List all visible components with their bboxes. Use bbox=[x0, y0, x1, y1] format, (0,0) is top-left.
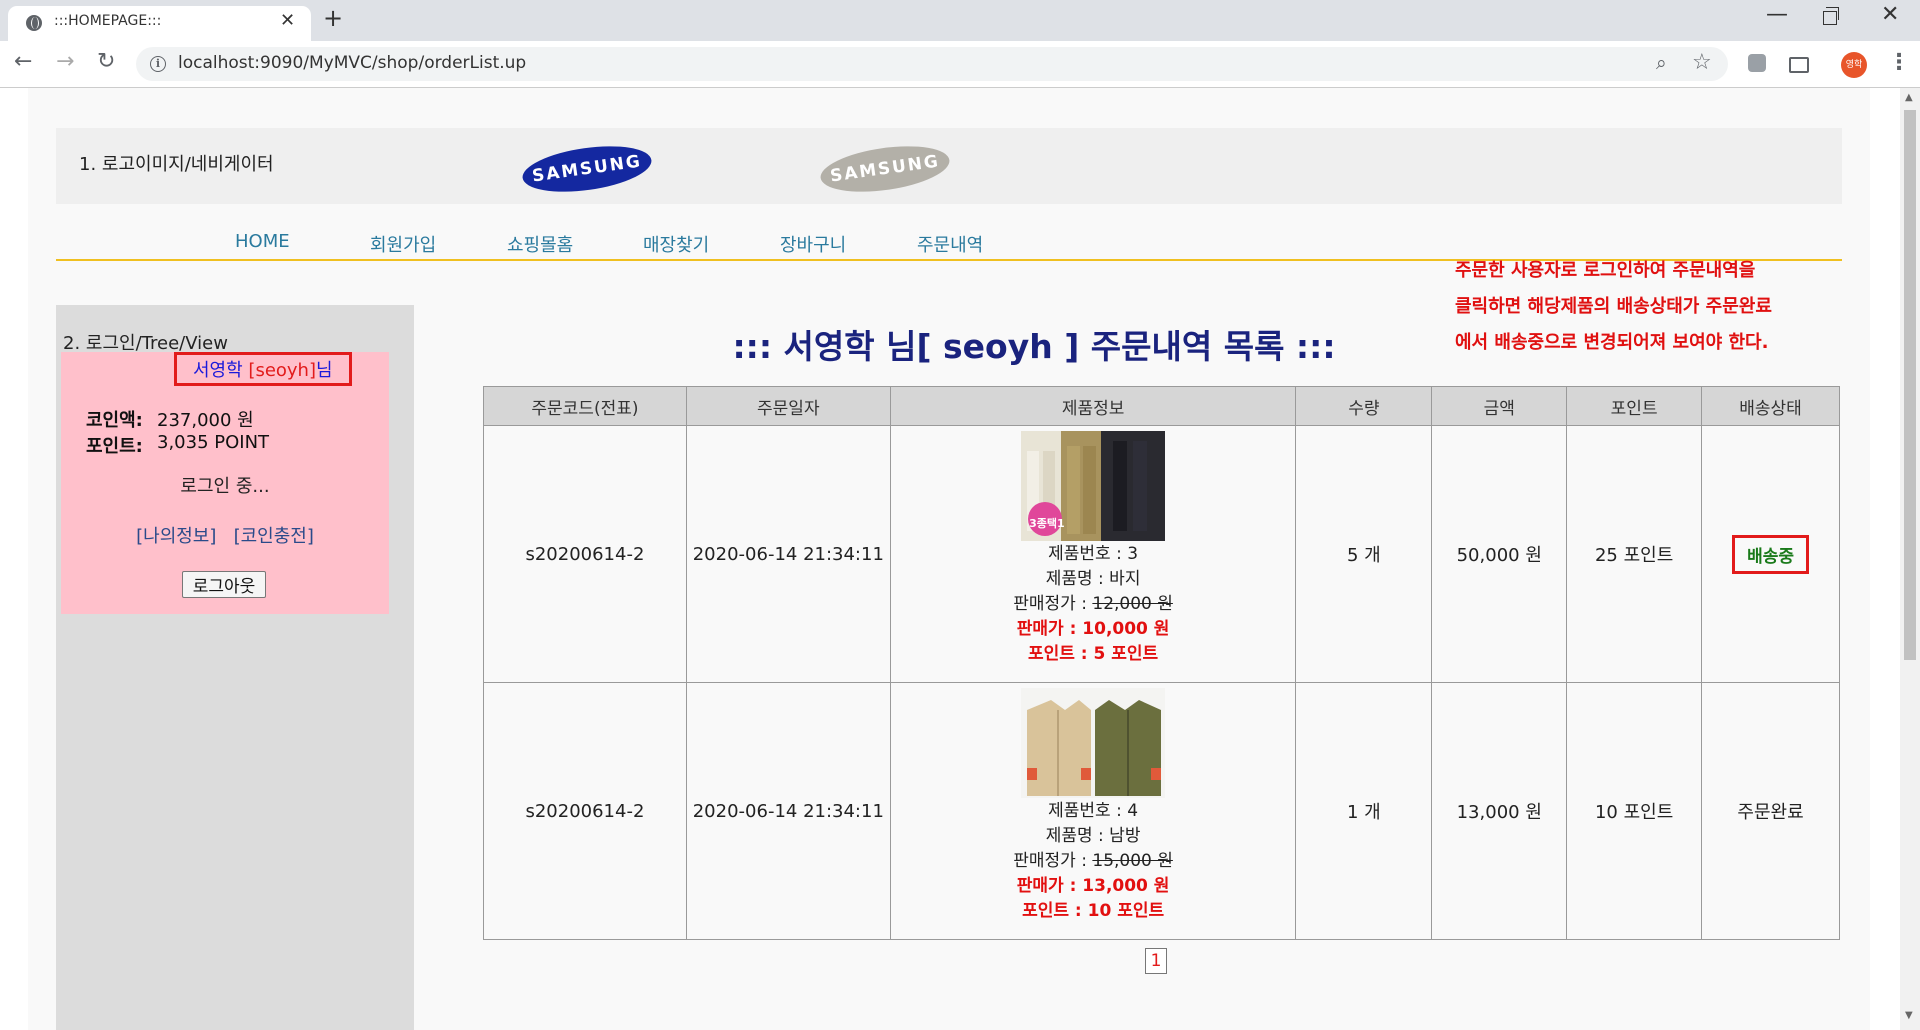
browser-tab-bar: :::HOMEPAGE::: ✕ + — ✕ bbox=[0, 0, 1920, 41]
bookmark-star-icon[interactable]: ☆ bbox=[1692, 50, 1712, 75]
order-amount: 50,000 원 bbox=[1431, 425, 1568, 683]
column-header: 주문일자 bbox=[685, 386, 891, 426]
nav-store-finder[interactable]: 매장찾기 bbox=[643, 231, 709, 257]
scroll-down-icon[interactable]: ▼ bbox=[1905, 1010, 1913, 1021]
coin-value: 237,000 원 bbox=[157, 410, 254, 431]
samsung-logo[interactable]: SAMSUNG bbox=[519, 139, 655, 199]
forward-arrow-icon[interactable]: → bbox=[56, 49, 74, 74]
extension-icon[interactable] bbox=[1748, 54, 1766, 72]
product-name: 제품명 : 바지 bbox=[1045, 569, 1141, 589]
product-points: 포인트 : 5 포인트 bbox=[1027, 644, 1159, 664]
list-price-label: 판매정가 : bbox=[1013, 851, 1093, 871]
login-panel: 서영학 [seoyh]님 코인액: 237,000 원 포인트: 3,035 P… bbox=[61, 352, 389, 614]
order-date: 2020-06-14 21:34:11 bbox=[685, 682, 891, 940]
column-header: 포인트 bbox=[1566, 386, 1703, 426]
point-value: 3,035 POINT bbox=[157, 432, 270, 453]
profile-avatar[interactable]: 영학 bbox=[1841, 52, 1867, 78]
shipping-status-badge[interactable]: 배송중 bbox=[1732, 534, 1809, 574]
reload-icon[interactable]: ↻ bbox=[97, 49, 115, 74]
order-code: s20200614-2 bbox=[483, 682, 687, 940]
table-row: s20200614-2 2020-06-14 21:34:11 bbox=[483, 682, 1840, 940]
page-viewport: 1. 로고이미지/네비게이터 SAMSUNG SAMSUNG HOME 회원가입… bbox=[0, 88, 1900, 1030]
product-points: 포인트 : 10 포인트 bbox=[1022, 901, 1165, 921]
list-price-line: 판매정가 : 15,000 원 bbox=[892, 849, 1295, 874]
new-tab-icon[interactable]: + bbox=[323, 4, 343, 32]
list-price-line: 판매정가 : 12,000 원 bbox=[892, 592, 1295, 617]
site-header: 1. 로고이미지/네비게이터 SAMSUNG SAMSUNG bbox=[56, 128, 1842, 204]
coin-charge-link[interactable]: [코인충전] bbox=[234, 526, 314, 547]
nav-shop-home[interactable]: 쇼핑몰홈 bbox=[507, 231, 573, 257]
list-price: 12,000 원 bbox=[1092, 594, 1173, 614]
browser-menu-icon[interactable]: ⋮ bbox=[1888, 50, 1910, 75]
scroll-thumb[interactable] bbox=[1904, 110, 1916, 660]
order-date: 2020-06-14 21:34:11 bbox=[685, 425, 891, 683]
product-name: 제품명 : 남방 bbox=[1045, 826, 1141, 846]
nav-cart[interactable]: 장바구니 bbox=[780, 231, 846, 257]
samsung-logo-gray[interactable]: SAMSUNG bbox=[817, 139, 953, 199]
column-header: 배송상태 bbox=[1701, 386, 1840, 426]
user-name: 서영학 bbox=[193, 360, 243, 381]
table-row: s20200614-2 2020-06-14 21:34:11 bbox=[483, 425, 1840, 683]
order-quantity: 1 개 bbox=[1295, 682, 1433, 940]
header-title: 1. 로고이미지/네비게이터 bbox=[79, 154, 274, 175]
sale-price: 판매가 : 10,000 원 bbox=[1016, 619, 1170, 639]
account-links: [나의정보] [코인충전] bbox=[61, 522, 389, 548]
user-name-badge: 서영학 [seoyh]님 bbox=[174, 352, 352, 386]
zoom-icon[interactable]: ⌕ bbox=[1656, 52, 1667, 74]
list-price-label: 판매정가 : bbox=[1013, 594, 1093, 614]
address-bar[interactable]: i localhost:9090/MyMVC/shop/orderList.up… bbox=[136, 47, 1728, 81]
logout-button[interactable]: 로그아웃 bbox=[182, 571, 266, 598]
url-text[interactable]: localhost:9090/MyMVC/shop/orderList.up bbox=[178, 53, 526, 73]
order-amount: 13,000 원 bbox=[1431, 682, 1568, 940]
column-header: 주문코드(전표) bbox=[483, 386, 687, 426]
scroll-up-icon[interactable]: ▲ bbox=[1905, 92, 1913, 103]
product-number: 제품번호 : 3 bbox=[1048, 544, 1139, 564]
order-quantity: 5 개 bbox=[1295, 425, 1433, 683]
nav-signup[interactable]: 회원가입 bbox=[370, 231, 436, 257]
window-close-icon[interactable]: ✕ bbox=[1881, 2, 1899, 27]
back-arrow-icon[interactable]: ← bbox=[14, 49, 32, 74]
order-code: s20200614-2 bbox=[483, 425, 687, 683]
point-label: 포인트: bbox=[86, 436, 143, 457]
product-image-shirt[interactable] bbox=[1021, 688, 1166, 798]
shipping-status-cell: 배송중 bbox=[1701, 425, 1840, 683]
order-points: 10 포인트 bbox=[1566, 682, 1703, 940]
user-suffix: 님 bbox=[316, 360, 333, 381]
column-header: 수량 bbox=[1295, 386, 1433, 426]
restore-icon[interactable] bbox=[1823, 7, 1839, 25]
info-icon[interactable]: i bbox=[150, 56, 166, 72]
sale-price: 판매가 : 13,000 원 bbox=[1016, 876, 1170, 896]
user-id: [seoyh] bbox=[248, 360, 316, 381]
minimize-icon[interactable]: — bbox=[1766, 2, 1788, 27]
browser-tab[interactable]: :::HOMEPAGE::: ✕ bbox=[8, 6, 311, 41]
pagination-page[interactable]: 1 bbox=[1145, 948, 1167, 974]
page-container: 1. 로고이미지/네비게이터 SAMSUNG SAMSUNG HOME 회원가입… bbox=[28, 88, 1870, 1030]
tab-title: :::HOMEPAGE::: bbox=[54, 13, 162, 29]
login-status: 로그인 중... bbox=[180, 476, 270, 497]
column-header: 금액 bbox=[1431, 386, 1568, 426]
nav-home[interactable]: HOME bbox=[235, 231, 290, 252]
shipping-status: 주문완료 bbox=[1701, 682, 1840, 940]
column-header: 제품정보 bbox=[889, 386, 1297, 426]
coin-label: 코인액: bbox=[86, 410, 143, 431]
my-info-link[interactable]: [나의정보] bbox=[136, 526, 216, 547]
cast-icon[interactable] bbox=[1789, 57, 1809, 73]
product-image-pants[interactable]: 3종택1 bbox=[1021, 431, 1166, 541]
product-badge: 3종택1 bbox=[1029, 517, 1065, 530]
order-table: 주문코드(전표) 주문일자 제품정보 수량 금액 포인트 배송상태 s20200… bbox=[483, 386, 1840, 940]
page-scrollbar[interactable]: ▲ ▼ bbox=[1900, 88, 1920, 1030]
product-info: 3종택1 제품번호 : 3 제품명 : 바지 판매정가 : 12,000 원 판… bbox=[889, 425, 1297, 683]
table-header-row: 주문코드(전표) 주문일자 제품정보 수량 금액 포인트 배송상태 bbox=[483, 386, 1840, 426]
page-title: ::: 서영학 님[ seoyh ] 주문내역 목록 ::: bbox=[732, 327, 1336, 366]
nav-order-history[interactable]: 주문내역 bbox=[917, 231, 983, 257]
product-info: 제품번호 : 4 제품명 : 남방 판매정가 : 15,000 원 판매가 : … bbox=[889, 682, 1297, 940]
list-price: 15,000 원 bbox=[1092, 851, 1173, 871]
product-number: 제품번호 : 4 bbox=[1048, 801, 1139, 821]
order-points: 25 포인트 bbox=[1566, 425, 1703, 683]
browser-toolbar: ← → ↻ i localhost:9090/MyMVC/shop/orderL… bbox=[0, 41, 1920, 88]
globe-icon bbox=[26, 15, 42, 31]
close-tab-icon[interactable]: ✕ bbox=[280, 10, 295, 31]
